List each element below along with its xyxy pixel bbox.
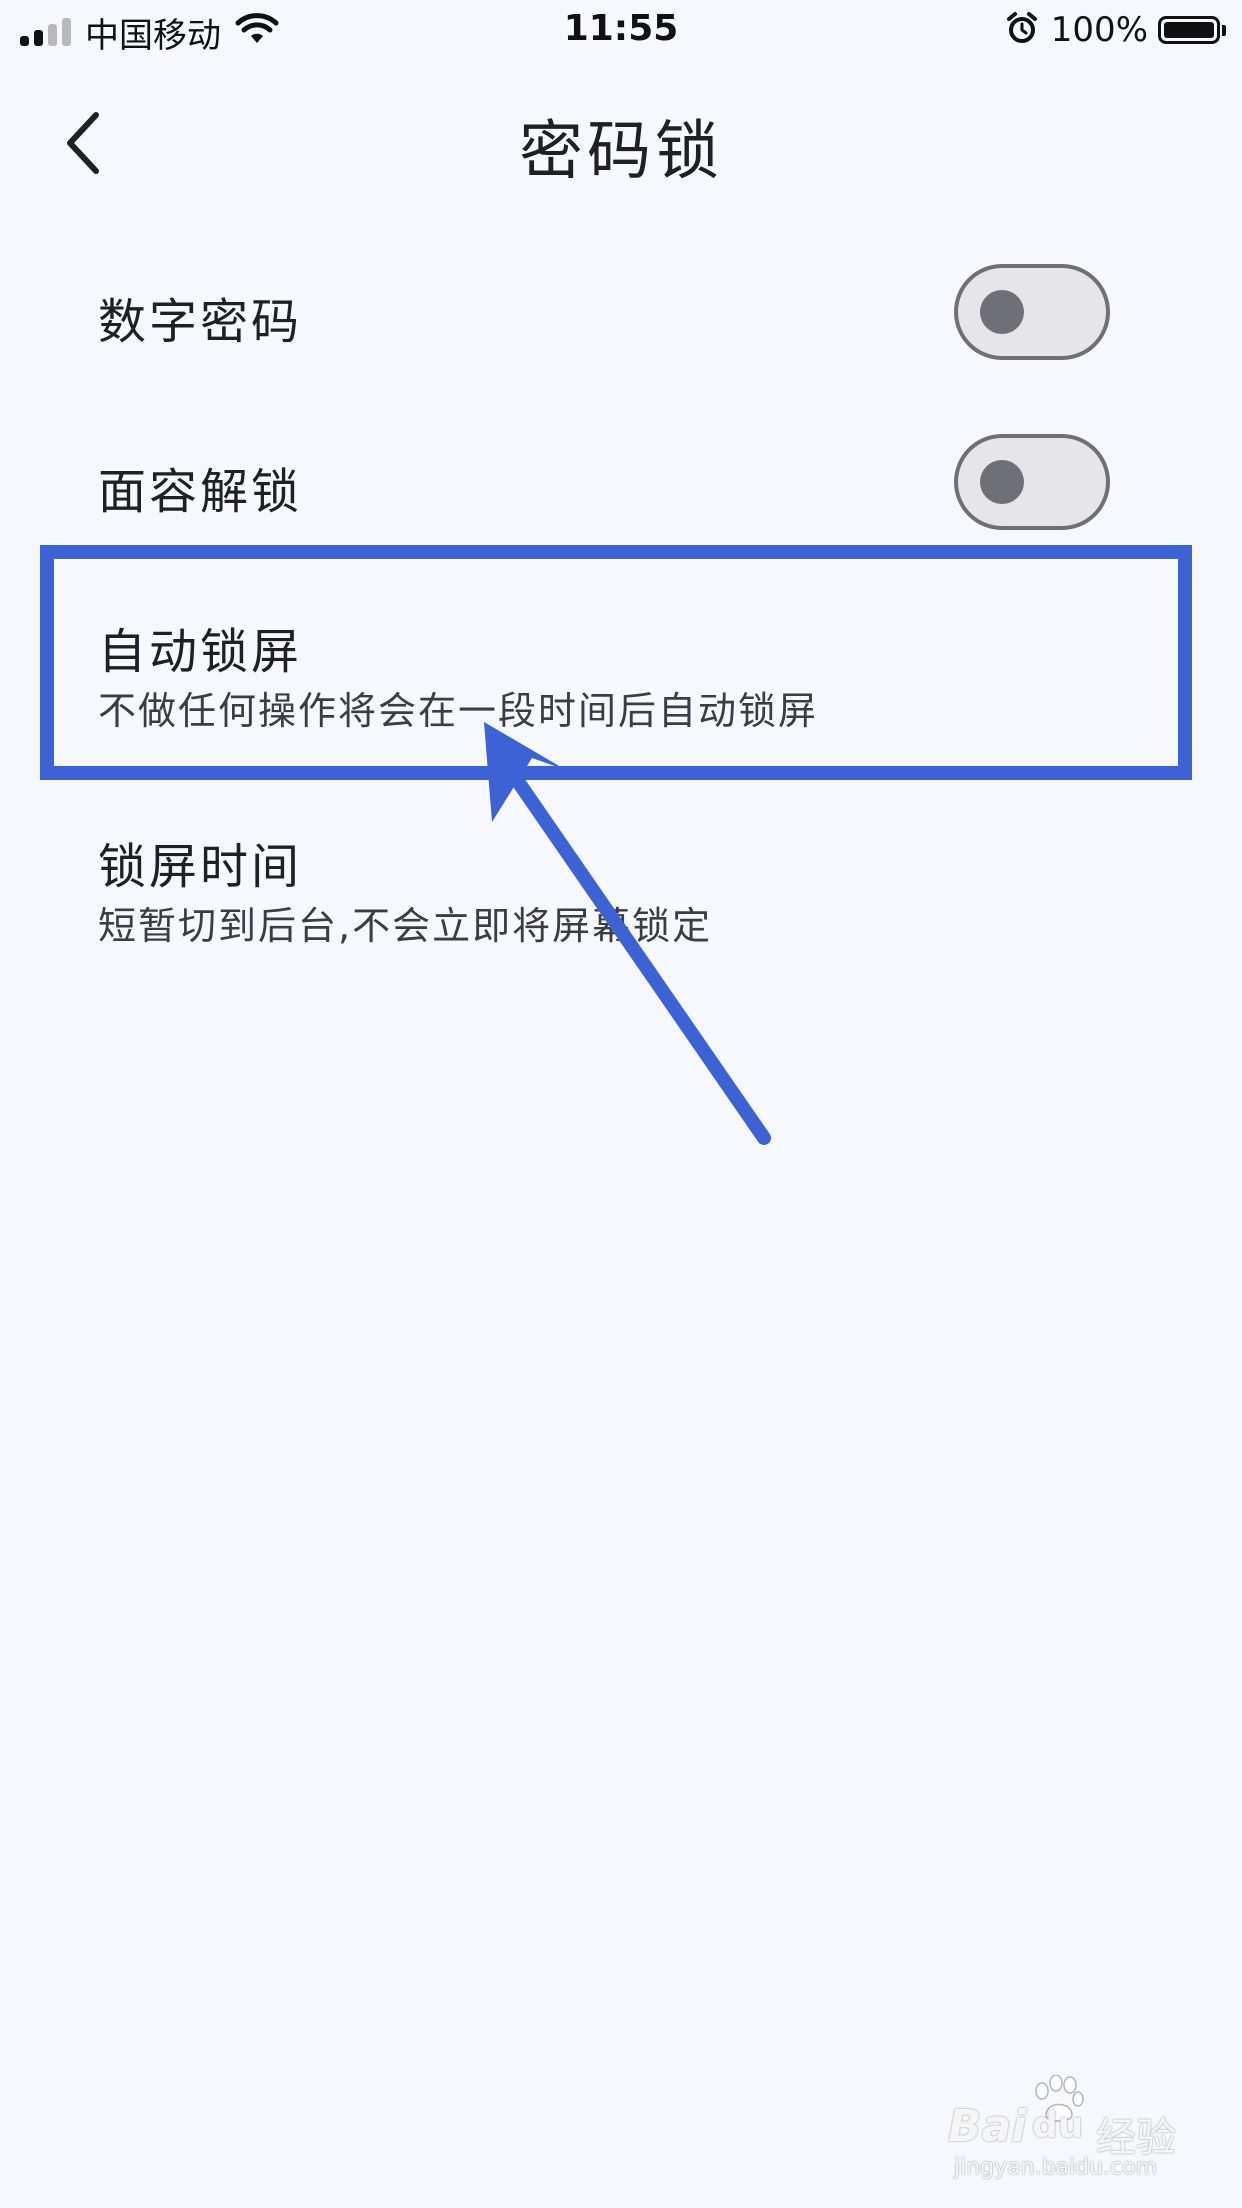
annotation-arrow	[484, 722, 771, 1145]
watermark-brand-du: du	[1032, 2105, 1084, 2146]
watermark-brand: Bai	[948, 2101, 1027, 2152]
watermark-url: jingyan.baidu.com	[954, 2155, 1158, 2180]
baidu-jingyan-watermark: Bai du 经验 jingyan.baidu.com	[948, 2075, 1198, 2185]
